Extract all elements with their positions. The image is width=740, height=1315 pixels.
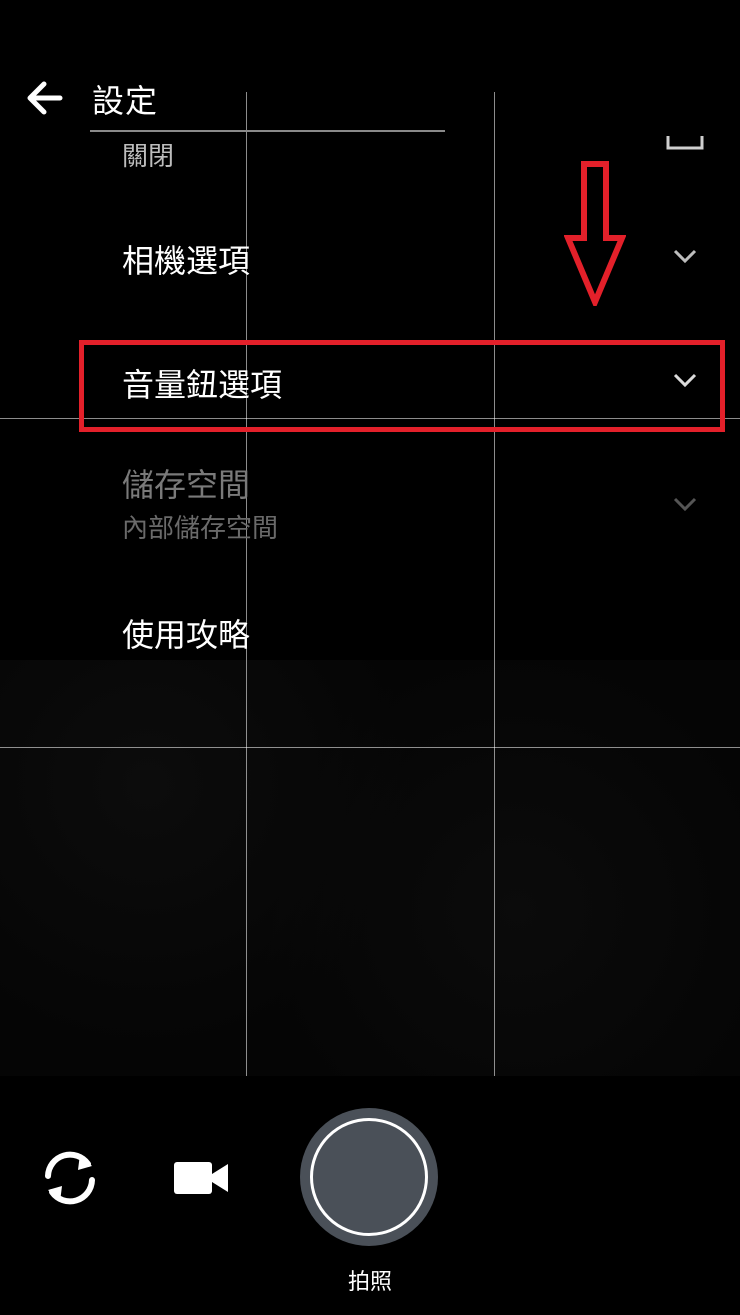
page-title: 設定	[92, 82, 159, 120]
shutter-button-ring[interactable]	[310, 1118, 428, 1236]
chevron-down-icon[interactable]	[672, 496, 698, 512]
highlight-annotation-box	[79, 340, 725, 432]
setting-camera-options[interactable]: 相機選項	[122, 236, 250, 282]
back-arrow-icon[interactable]	[24, 78, 64, 118]
setting-user-guide[interactable]: 使用攻略	[122, 610, 250, 656]
previous-setting-value: 關閉	[122, 142, 175, 172]
settings-header: 設定	[0, 60, 460, 136]
setting-storage-value: 內部儲存空間	[122, 514, 279, 544]
down-arrow-annotation-icon	[564, 161, 626, 306]
grid-line-vertical-2	[494, 92, 495, 1076]
grid-line-horizontal-2	[0, 747, 740, 748]
chevron-down-icon[interactable]	[672, 248, 698, 264]
header-divider	[90, 130, 445, 132]
camera-settings-screen: 設定 關閉 相機選項 音量鈕選項 儲存空間 內部儲存空間 使用攻略 拍照	[0, 0, 740, 1315]
video-camera-icon[interactable]	[172, 1158, 230, 1198]
setting-storage[interactable]: 儲存空間	[122, 460, 250, 506]
frame-corner-icon	[666, 136, 704, 150]
camera-preview	[0, 660, 740, 1076]
switch-camera-icon[interactable]	[38, 1148, 102, 1208]
shutter-label: 拍照	[347, 1270, 392, 1295]
